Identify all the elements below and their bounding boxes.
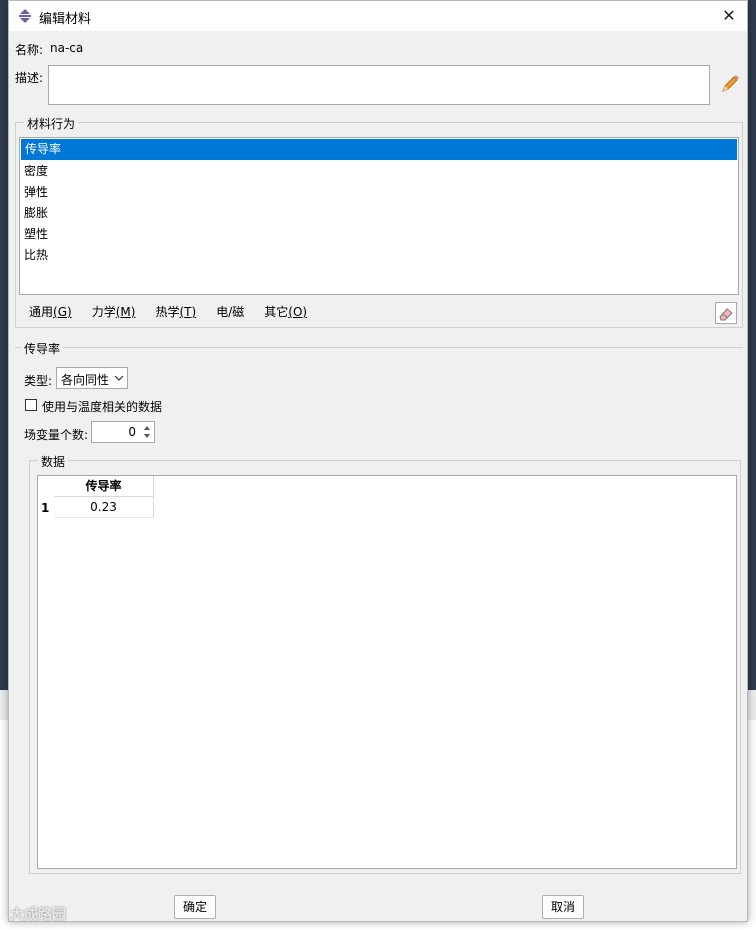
material-behaviors-title: 材料行为 [24, 115, 79, 132]
menu-thermal[interactable]: 热学(T) [155, 303, 196, 320]
behavior-item-density[interactable]: 密度 [20, 161, 738, 182]
dialog-title: 编辑材料 [39, 12, 92, 27]
field-vars-label: 场变量个数: [24, 428, 89, 442]
chevron-down-icon [114, 375, 124, 381]
table-cell[interactable]: 0.23 [54, 497, 154, 518]
close-button[interactable]: ✕ [717, 4, 741, 28]
title-bar: 编辑材料 ✕ [9, 1, 747, 31]
temp-dependent-label: 使用与温度相关的数据 [42, 400, 163, 414]
behavior-item-specific-heat[interactable]: 比热 [20, 245, 738, 266]
field-vars-value: 0 [128, 425, 136, 439]
behavior-list[interactable]: 传导率 密度 弹性 膨胀 塑性 比热 [19, 137, 739, 295]
menu-mechanical[interactable]: 力学(M) [92, 303, 136, 320]
behavior-item-expansion[interactable]: 膨胀 [20, 203, 738, 224]
menu-general[interactable]: 通用(G) [29, 303, 72, 320]
type-select-value: 各向同性 [61, 373, 110, 387]
ok-button[interactable]: 确定 [174, 895, 216, 919]
type-label: 类型: [24, 374, 53, 388]
data-group-title: 数据 [38, 453, 69, 470]
behavior-item-conductivity[interactable]: 传导率 [21, 139, 737, 160]
description-label: 描述: [15, 71, 44, 85]
data-table[interactable]: 传导率 1 0.23 [37, 475, 737, 869]
cancel-button[interactable]: 取消 [542, 895, 584, 919]
behavior-item-plastic[interactable]: 塑性 [20, 224, 738, 245]
eraser-button[interactable] [715, 302, 737, 324]
behavior-item-elastic[interactable]: 弹性 [20, 182, 738, 203]
watermark: 大成路园 [10, 907, 66, 923]
table-row-number: 1 [41, 501, 50, 515]
name-value: na-ca [50, 41, 84, 55]
field-vars-stepper[interactable]: 0 [91, 421, 155, 443]
app-icon [19, 9, 31, 23]
table-column-header[interactable]: 传导率 [54, 476, 154, 497]
menu-electromagnetic[interactable]: 电/磁 [216, 303, 244, 320]
name-label: 名称: [15, 43, 44, 57]
menu-other[interactable]: 其它(O) [264, 303, 307, 320]
edit-material-dialog: 编辑材料 ✕ 名称: na-ca 描述: 材料行为 传导率 密度 弹性 膨胀 塑… [8, 0, 748, 922]
behavior-menu-bar: 通用(G) 力学(M) 热学(T) 电/磁 其它(O) [21, 303, 319, 323]
eraser-icon [719, 308, 733, 321]
description-input[interactable] [48, 65, 710, 105]
spin-arrows-icon[interactable] [141, 423, 153, 441]
type-select[interactable]: 各向同性 [56, 367, 128, 389]
conductivity-title: 传导率 [21, 340, 64, 357]
pencil-icon[interactable] [719, 73, 741, 95]
temp-dependent-checkbox[interactable] [25, 399, 37, 411]
